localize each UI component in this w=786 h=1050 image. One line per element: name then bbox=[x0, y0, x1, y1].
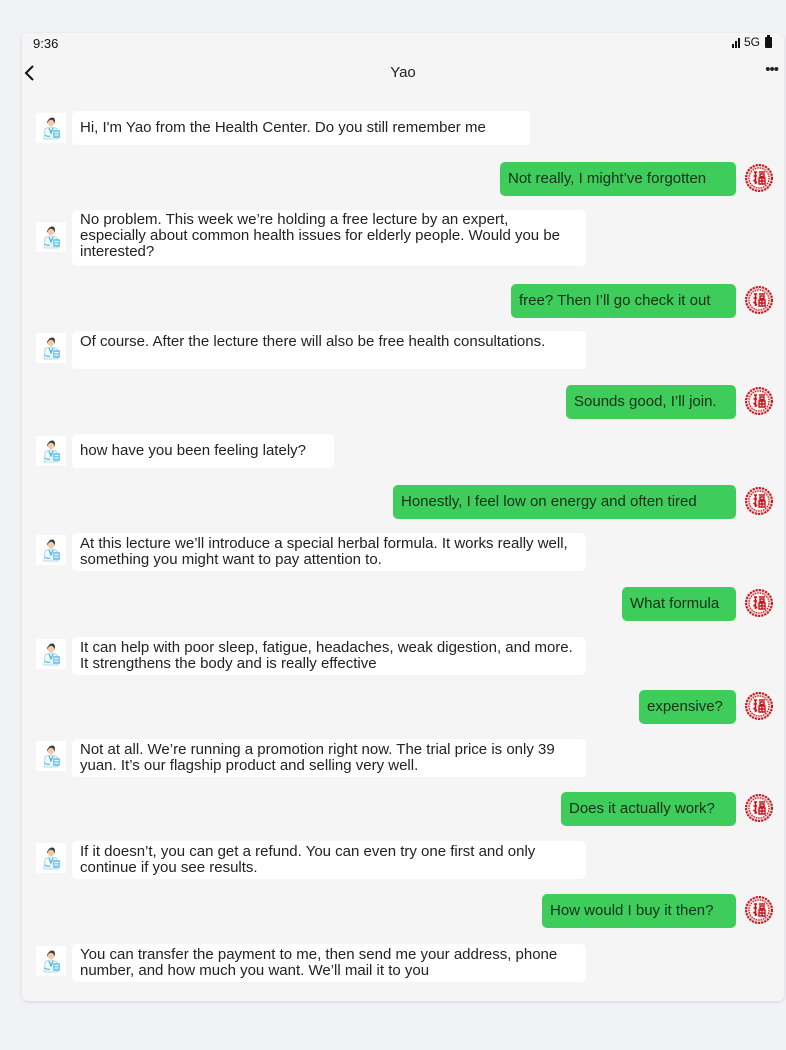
message-bubble[interactable]: free? Then I’ll go check it out bbox=[511, 284, 736, 318]
user-avatar-icon[interactable] bbox=[744, 386, 774, 416]
message-bubble[interactable]: Sounds good, I’ll join. bbox=[566, 385, 736, 419]
message-bubble[interactable]: expensive? bbox=[639, 690, 736, 724]
outgoing-message: Not really, I might’ve forgotten bbox=[22, 162, 784, 196]
incoming-message: Not at all. We’re running a promotion ri… bbox=[22, 739, 784, 777]
doctor-avatar-icon[interactable] bbox=[36, 741, 66, 771]
message-bubble[interactable]: Of course. After the lecture there will … bbox=[72, 331, 586, 369]
outgoing-message: How would I buy it then? bbox=[22, 894, 784, 928]
outgoing-message: expensive? bbox=[22, 690, 784, 724]
message-bubble[interactable]: If it doesn’t, you can get a refund. You… bbox=[72, 841, 586, 879]
user-avatar-icon[interactable] bbox=[744, 486, 774, 516]
doctor-avatar-icon[interactable] bbox=[36, 436, 66, 466]
incoming-message: At this lecture we’ll introduce a specia… bbox=[22, 533, 784, 571]
incoming-message: Of course. After the lecture there will … bbox=[22, 331, 784, 369]
message-bubble[interactable]: Honestly, I feel low on energy and often… bbox=[393, 485, 736, 519]
message-bubble[interactable]: Not really, I might’ve forgotten bbox=[500, 162, 736, 196]
outgoing-message: Honestly, I feel low on energy and often… bbox=[22, 485, 784, 519]
doctor-avatar-icon[interactable] bbox=[36, 333, 66, 363]
incoming-message: how have you been feeling lately? bbox=[22, 434, 784, 468]
message-bubble[interactable]: Not at all. We’re running a promotion ri… bbox=[72, 739, 586, 777]
user-avatar-icon[interactable] bbox=[744, 691, 774, 721]
doctor-avatar-icon[interactable] bbox=[36, 946, 66, 976]
user-avatar-icon[interactable] bbox=[744, 793, 774, 823]
incoming-message: No problem. This week we’re holding a fr… bbox=[22, 210, 784, 266]
outgoing-message: Does it actually work? bbox=[22, 792, 784, 826]
message-bubble[interactable]: At this lecture we’ll introduce a specia… bbox=[72, 533, 586, 571]
message-list: Hi, I'm Yao from the Health Center. Do y… bbox=[22, 33, 784, 1001]
message-bubble[interactable]: No problem. This week we’re holding a fr… bbox=[72, 210, 586, 266]
phone-screen: 9:36 5G Yao ••• Hi, I'm Yao from the Hea… bbox=[22, 33, 784, 1001]
user-avatar-icon[interactable] bbox=[744, 285, 774, 315]
user-avatar-icon[interactable] bbox=[744, 895, 774, 925]
message-bubble[interactable]: You can transfer the payment to me, then… bbox=[72, 944, 586, 982]
message-bubble[interactable]: Does it actually work? bbox=[561, 792, 736, 826]
user-avatar-icon[interactable] bbox=[744, 163, 774, 193]
doctor-avatar-icon[interactable] bbox=[36, 639, 66, 669]
message-bubble[interactable]: What formula bbox=[622, 587, 736, 621]
doctor-avatar-icon[interactable] bbox=[36, 113, 66, 143]
message-bubble[interactable]: how have you been feeling lately? bbox=[72, 434, 334, 468]
message-bubble[interactable]: It can help with poor sleep, fatigue, he… bbox=[72, 637, 586, 675]
message-bubble[interactable]: Hi, I'm Yao from the Health Center. Do y… bbox=[72, 111, 530, 145]
user-avatar-icon[interactable] bbox=[744, 588, 774, 618]
outgoing-message: Sounds good, I’ll join. bbox=[22, 385, 784, 419]
doctor-avatar-icon[interactable] bbox=[36, 222, 66, 252]
message-bubble[interactable]: How would I buy it then? bbox=[542, 894, 736, 928]
outgoing-message: free? Then I’ll go check it out bbox=[22, 284, 784, 318]
incoming-message: If it doesn’t, you can get a refund. You… bbox=[22, 841, 784, 879]
incoming-message: Hi, I'm Yao from the Health Center. Do y… bbox=[22, 111, 784, 145]
doctor-avatar-icon[interactable] bbox=[36, 843, 66, 873]
incoming-message: It can help with poor sleep, fatigue, he… bbox=[22, 637, 784, 675]
incoming-message: You can transfer the payment to me, then… bbox=[22, 944, 784, 982]
outgoing-message: What formula bbox=[22, 587, 784, 621]
doctor-avatar-icon[interactable] bbox=[36, 535, 66, 565]
